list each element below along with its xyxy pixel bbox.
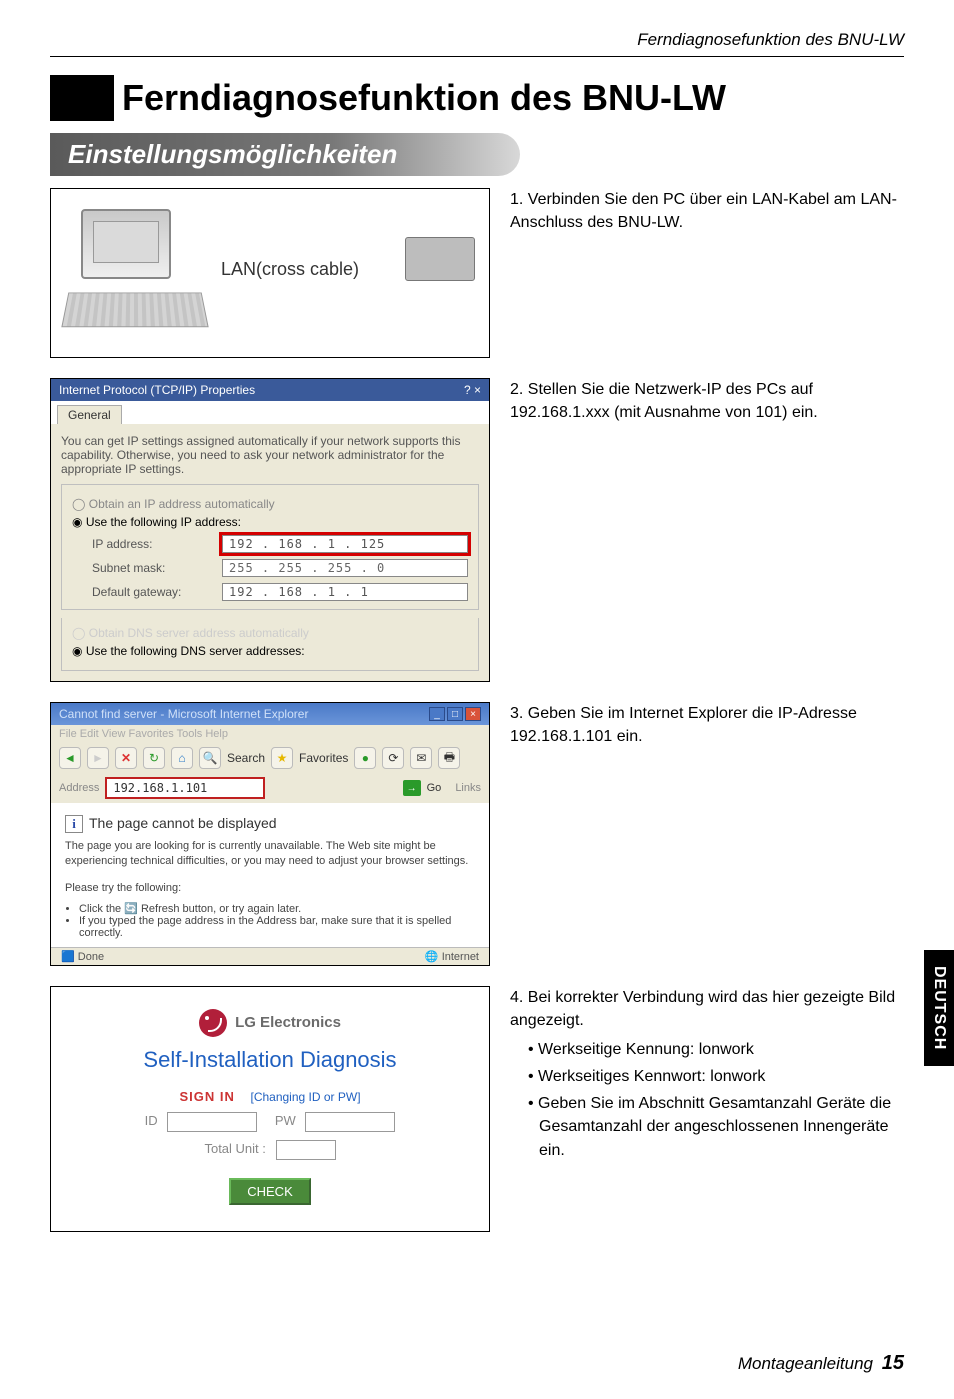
ie-menubar: File Edit View Favorites Tools Help [51,725,489,743]
page-number: 15 [882,1352,904,1374]
forward-icon: ► [87,747,109,769]
footer-label: Montageanleitung [738,1354,873,1373]
lbl-ip: IP address: [92,537,222,551]
back-icon: ◄ [59,747,81,769]
figure-tcpip: Internet Protocol (TCP/IP) Properties ? … [50,378,490,682]
step-2-text: 2. Stellen Sie die Netzwerk-IP des PCs a… [510,378,904,424]
radio-auto-dns: ◯ Obtain DNS server address automaticall… [72,626,468,640]
tcpip-title: Internet Protocol (TCP/IP) Properties [59,383,255,397]
monitor-icon [81,209,171,279]
media-icon: ● [354,747,376,769]
refresh-icon: ↻ [143,747,165,769]
mail-icon: ✉ [410,747,432,769]
figure-ie: Cannot find server - Microsoft Internet … [50,702,490,966]
info-icon: i [65,815,83,833]
gateway-value: 192 . 168 . 1 . 1 [222,583,468,601]
ip-address-value: 192 . 168 . 1 . 125 [222,535,468,553]
page-footer: Montageanleitung 15 [738,1352,904,1375]
favorites-label: Favorites [299,751,348,765]
search-label: Search [227,751,265,765]
search-icon: 🔍 [199,747,221,769]
history-icon: ⟳ [382,747,404,769]
radio-use-dns: ◉ Use the following DNS server addresses… [72,644,468,658]
lbl-gateway: Default gateway: [92,585,222,599]
step-3-text: 3. Geben Sie im Internet Explorer die IP… [510,702,904,748]
keyboard-icon [61,293,208,328]
diagnosis-title: Self-Installation Diagnosis [61,1047,479,1073]
go-icon: → [403,780,421,796]
section-title: Einstellungsmöglichkeiten [50,133,520,176]
chapter-title: Ferndiagnosefunktion des BNU-LW [122,77,726,119]
check-button: CHECK [229,1178,311,1205]
router-icon [405,237,475,281]
minimize-icon: _ [429,707,445,721]
ie-window-controls: _ □ × [429,707,481,721]
status-zone: 🌐 Internet [425,950,479,963]
tcpip-help-close: ? × [464,383,481,397]
lg-brand-text: LG Electronics [235,1014,341,1031]
step4-b3: Geben Sie im Abschnitt Gesamtanzahl Gerä… [528,1092,904,1162]
radio-use-ip: ◉ Use the following IP address: [72,515,468,529]
favorites-icon: ★ [271,747,293,769]
total-unit-input [276,1140,336,1160]
ie-error-heading: i The page cannot be displayed [89,815,475,831]
home-icon: ⌂ [171,747,193,769]
chapter-heading: Ferndiagnosefunktion des BNU-LW [50,75,904,121]
address-label: Address [59,782,99,794]
address-input: 192.168.1.101 [105,777,265,799]
pw-input [305,1112,395,1132]
ie-bullet-2: If you typed the page address in the Add… [79,915,475,939]
figure-lan: LAN(cross cable) [50,188,490,358]
step-4-text: 4. Bei korrekter Verbindung wird das hie… [510,986,904,1166]
running-header: Ferndiagnosefunktion des BNU-LW [50,30,904,57]
print-icon: 🖶 [438,747,460,769]
stop-icon: ✕ [115,747,137,769]
lg-logo: LG Electronics [199,1009,341,1037]
id-label: ID [145,1113,158,1128]
chapter-block [50,75,114,121]
step4-b1: Werkseitige Kennung: lonwork [528,1038,904,1061]
go-label: Go [427,782,442,794]
total-unit-label: Total Unit : [204,1141,265,1156]
ie-window-title: Cannot find server - Microsoft Internet … [59,707,308,721]
step-1-text: 1. Verbinden Sie den PC über ein LAN-Kab… [510,188,904,234]
change-idpw-link: [Changing ID or PW] [250,1090,360,1104]
id-input [167,1112,257,1132]
ie-toolbar: ◄ ► ✕ ↻ ⌂ 🔍 Search ★ Favorites ● ⟳ ✉ 🖶 [51,743,489,773]
tcpip-tab-general: General [57,405,122,424]
signin-label: SIGN IN [179,1089,234,1104]
tcpip-desc: You can get IP settings assigned automat… [61,434,479,476]
figure-diagnosis: LG Electronics Self-Installation Diagnos… [50,986,490,1232]
ie-error-p1: The page you are looking for is currentl… [65,839,475,869]
close-icon: × [465,707,481,721]
subnet-mask-value: 255 . 255 . 255 . 0 [222,559,468,577]
language-tab: DEUTSCH [924,950,954,1066]
tcpip-titlebar: Internet Protocol (TCP/IP) Properties ? … [51,379,489,401]
ie-error-p2: Please try the following: [65,881,475,896]
status-done: 🟦 Done [61,950,104,963]
lbl-mask: Subnet mask: [92,561,222,575]
maximize-icon: □ [447,707,463,721]
step4-b2: Werkseitiges Kennwort: lonwork [528,1065,904,1088]
ie-bullet-1: Click the 🔄 Refresh button, or try again… [79,902,475,915]
links-label: Links [455,782,481,794]
pw-label: PW [275,1113,296,1128]
lg-face-icon [199,1009,227,1037]
lan-label: LAN(cross cable) [221,259,359,280]
radio-auto-ip: ◯ Obtain an IP address automatically [72,497,468,511]
